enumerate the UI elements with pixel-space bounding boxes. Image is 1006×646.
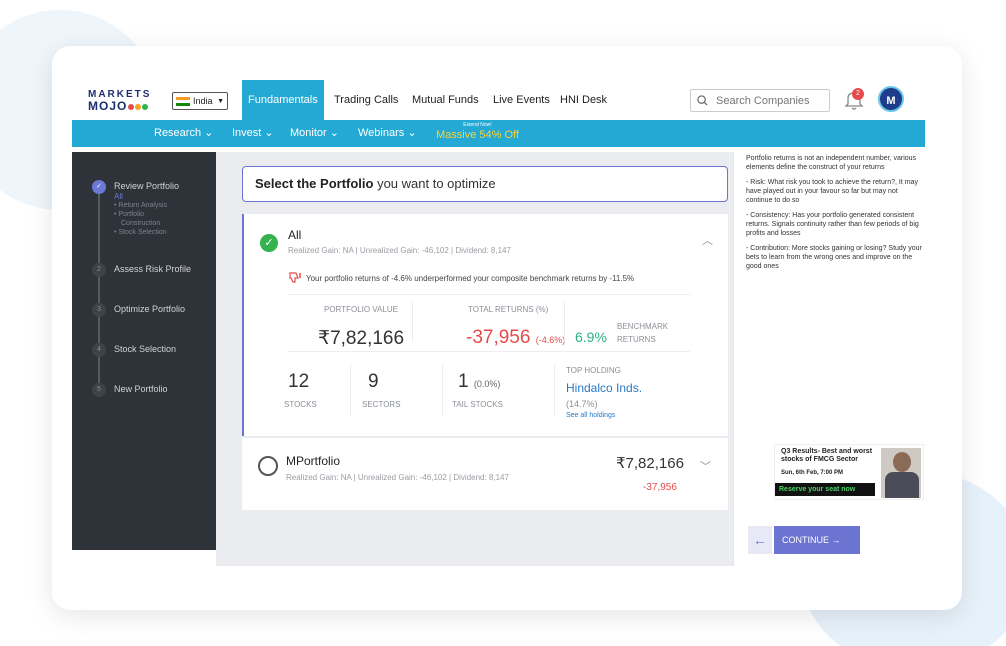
select-portfolio-header: Select the Portfolio you want to optimiz…: [242, 166, 728, 202]
sub-nav: Research ⌄ Invest ⌄ Monitor ⌄ Webinars ⌄…: [72, 120, 925, 147]
search-box[interactable]: [690, 89, 830, 112]
portfolio-title: All: [288, 228, 302, 242]
divider: [412, 302, 413, 342]
logo-dot-green: [142, 103, 149, 110]
portfolio-value: ₹7,82,166: [616, 455, 684, 472]
logo-dot-orange: [135, 103, 142, 110]
notification-badge: 2: [852, 88, 864, 100]
portfolio-returns: -37,956: [643, 482, 677, 493]
portfolio-gains: Realized Gain: NA | Unrealized Gain: -46…: [286, 473, 509, 482]
marketsmojo-logo[interactable]: MARKETS MOJO: [88, 90, 158, 113]
step-substeps: All • Return Analysis • Portfolio Constr…: [114, 192, 167, 237]
subnav-webinars[interactable]: Webinars ⌄: [358, 120, 417, 147]
user-avatar[interactable]: M: [878, 86, 904, 112]
substep-portfolio[interactable]: • Portfolio: [114, 210, 167, 219]
subnav-research[interactable]: Research ⌄: [154, 120, 213, 147]
portfolio-gains: Realized Gain: NA | Unrealized Gain: -46…: [288, 246, 511, 255]
app-window: MARKETS MOJO India ▼ Fundamentals Tradin…: [72, 80, 925, 566]
divider: [288, 294, 690, 295]
top-holding-link[interactable]: Hindalco Inds.: [566, 381, 642, 395]
india-flag-icon: [176, 96, 190, 106]
substep-return-analysis[interactable]: • Return Analysis: [114, 201, 167, 210]
portfolio-card-all[interactable]: ✓ All Realized Gain: NA | Unrealized Gai…: [242, 214, 728, 436]
nav-live-events[interactable]: Live Events: [493, 80, 550, 120]
tail-stocks-count: 1 (0.0%): [458, 371, 501, 392]
divider: [350, 364, 351, 416]
divider: [442, 364, 443, 416]
chevron-up-icon[interactable]: ︿: [702, 232, 713, 248]
substep-all[interactable]: All: [114, 192, 167, 201]
caret-down-icon: ▼: [217, 97, 224, 105]
reserve-seat-button[interactable]: Reserve your seat now: [775, 483, 875, 496]
portfolio-tips: Portfolio returns is not an independent …: [746, 155, 922, 270]
underperformance-warning: Your portfolio returns of -4.6% underper…: [288, 272, 634, 284]
substep-stock-selection[interactable]: • Stock Selection: [114, 228, 167, 237]
substep-construction: Construction: [121, 220, 161, 227]
search-icon: [697, 95, 708, 106]
divider: [288, 351, 690, 352]
divider: [564, 302, 565, 342]
webinar-ad[interactable]: Q3 Results- Best and worst stocks of FMC…: [774, 444, 924, 500]
subnav-invest[interactable]: Invest ⌄: [232, 120, 274, 147]
total-returns: -37,956 (-4.6%): [466, 327, 566, 348]
search-input[interactable]: [716, 94, 816, 107]
main-content: Select the Portfolio you want to optimiz…: [216, 152, 733, 566]
logo-dot-red: [128, 103, 135, 110]
sectors-count: 9: [368, 371, 379, 392]
subnav-monitor[interactable]: Monitor ⌄: [290, 120, 339, 147]
top-nav: MARKETS MOJO India ▼ Fundamentals Tradin…: [72, 80, 925, 120]
portfolio-value: ₹7,82,166: [318, 328, 405, 349]
country-select[interactable]: India ▼: [172, 92, 228, 110]
chevron-down-icon[interactable]: ﹀: [700, 458, 711, 474]
divider: [554, 364, 555, 416]
see-all-holdings-link[interactable]: See all holdings: [566, 412, 615, 419]
portfolio-card-mportfolio[interactable]: MPortfolio Realized Gain: NA | Unrealize…: [242, 438, 728, 510]
stocks-count: 12: [288, 371, 310, 392]
continue-button[interactable]: CONTINUE →: [774, 526, 860, 554]
back-button[interactable]: ←: [748, 526, 772, 554]
nav-trading-calls[interactable]: Trading Calls: [334, 80, 398, 120]
promo-banner[interactable]: Extend Now! Massive 54% Off: [436, 122, 519, 142]
benchmark-returns: 6.9%: [575, 329, 607, 345]
check-circle-icon: ✓: [260, 234, 278, 252]
speaker-photo: [881, 448, 921, 498]
info-panel: Portfolio returns is not an independent …: [733, 152, 925, 566]
nav-fundamentals[interactable]: Fundamentals: [242, 80, 324, 120]
nav-hni-desk[interactable]: HNI Desk: [560, 80, 607, 120]
nav-mutual-funds[interactable]: Mutual Funds: [412, 80, 479, 120]
device-frame: MARKETS MOJO India ▼ Fundamentals Tradin…: [52, 46, 962, 610]
stepper-sidebar: ✓ Review Portfolio All • Return Analysis…: [72, 152, 216, 550]
check-icon: ✓: [92, 180, 106, 194]
radio-button[interactable]: [258, 456, 278, 476]
portfolio-title: MPortfolio: [286, 454, 341, 468]
thumbs-down-icon: [289, 272, 301, 283]
